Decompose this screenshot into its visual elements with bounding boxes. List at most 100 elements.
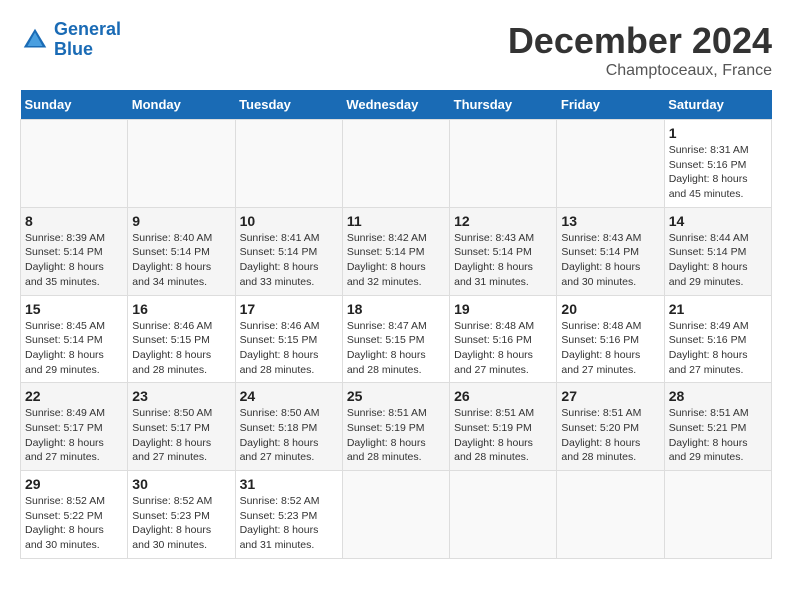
day-cell-29: 29 Sunrise: 8:52 AM Sunset: 5:22 PM Dayl…	[21, 471, 128, 559]
day-number: 26	[454, 388, 552, 404]
calendar-week-4: 22 Sunrise: 8:49 AM Sunset: 5:17 PM Dayl…	[21, 383, 772, 471]
empty-cell	[21, 120, 128, 208]
header-day-thursday: Thursday	[450, 90, 557, 120]
day-info: Sunrise: 8:52 AM Sunset: 5:23 PM Dayligh…	[240, 494, 338, 553]
empty-cell	[342, 471, 449, 559]
header-day-monday: Monday	[128, 90, 235, 120]
empty-cell	[450, 471, 557, 559]
day-cell-16: 16 Sunrise: 8:46 AM Sunset: 5:15 PM Dayl…	[128, 295, 235, 383]
calendar-week-2: 8 Sunrise: 8:39 AM Sunset: 5:14 PM Dayli…	[21, 207, 772, 295]
empty-cell	[557, 471, 664, 559]
day-info: Sunrise: 8:45 AM Sunset: 5:14 PM Dayligh…	[25, 319, 123, 378]
day-info: Sunrise: 8:47 AM Sunset: 5:15 PM Dayligh…	[347, 319, 445, 378]
calendar-table: SundayMondayTuesdayWednesdayThursdayFrid…	[20, 90, 772, 559]
day-number: 28	[669, 388, 767, 404]
header-day-sunday: Sunday	[21, 90, 128, 120]
day-info: Sunrise: 8:49 AM Sunset: 5:16 PM Dayligh…	[669, 319, 767, 378]
day-cell-27: 27 Sunrise: 8:51 AM Sunset: 5:20 PM Dayl…	[557, 383, 664, 471]
calendar-week-1: 1 Sunrise: 8:31 AM Sunset: 5:16 PM Dayli…	[21, 120, 772, 208]
day-cell-19: 19 Sunrise: 8:48 AM Sunset: 5:16 PM Dayl…	[450, 295, 557, 383]
day-number: 30	[132, 476, 230, 492]
day-number: 12	[454, 213, 552, 229]
day-cell-17: 17 Sunrise: 8:46 AM Sunset: 5:15 PM Dayl…	[235, 295, 342, 383]
day-number: 20	[561, 301, 659, 317]
header-day-saturday: Saturday	[664, 90, 771, 120]
day-info: Sunrise: 8:31 AM Sunset: 5:16 PM Dayligh…	[669, 143, 767, 202]
day-info: Sunrise: 8:43 AM Sunset: 5:14 PM Dayligh…	[454, 231, 552, 290]
empty-cell	[664, 471, 771, 559]
logo-icon	[20, 25, 50, 55]
day-number: 17	[240, 301, 338, 317]
logo-line1: General	[54, 19, 121, 39]
day-cell-1: 1 Sunrise: 8:31 AM Sunset: 5:16 PM Dayli…	[664, 120, 771, 208]
day-cell-22: 22 Sunrise: 8:49 AM Sunset: 5:17 PM Dayl…	[21, 383, 128, 471]
logo: General Blue	[20, 20, 121, 60]
empty-cell	[557, 120, 664, 208]
page-header: General Blue December 2024 Champtoceaux,…	[20, 20, 772, 80]
day-info: Sunrise: 8:51 AM Sunset: 5:19 PM Dayligh…	[454, 406, 552, 465]
logo-text: General Blue	[54, 20, 121, 60]
day-number: 19	[454, 301, 552, 317]
header-day-friday: Friday	[557, 90, 664, 120]
title-block: December 2024 Champtoceaux, France	[508, 20, 772, 80]
day-info: Sunrise: 8:43 AM Sunset: 5:14 PM Dayligh…	[561, 231, 659, 290]
location-subtitle: Champtoceaux, France	[508, 62, 772, 80]
month-title: December 2024	[508, 20, 772, 62]
day-cell-14: 14 Sunrise: 8:44 AM Sunset: 5:14 PM Dayl…	[664, 207, 771, 295]
day-cell-25: 25 Sunrise: 8:51 AM Sunset: 5:19 PM Dayl…	[342, 383, 449, 471]
day-cell-12: 12 Sunrise: 8:43 AM Sunset: 5:14 PM Dayl…	[450, 207, 557, 295]
day-cell-13: 13 Sunrise: 8:43 AM Sunset: 5:14 PM Dayl…	[557, 207, 664, 295]
day-info: Sunrise: 8:46 AM Sunset: 5:15 PM Dayligh…	[132, 319, 230, 378]
day-cell-11: 11 Sunrise: 8:42 AM Sunset: 5:14 PM Dayl…	[342, 207, 449, 295]
day-cell-20: 20 Sunrise: 8:48 AM Sunset: 5:16 PM Dayl…	[557, 295, 664, 383]
day-number: 23	[132, 388, 230, 404]
day-cell-10: 10 Sunrise: 8:41 AM Sunset: 5:14 PM Dayl…	[235, 207, 342, 295]
day-cell-15: 15 Sunrise: 8:45 AM Sunset: 5:14 PM Dayl…	[21, 295, 128, 383]
day-cell-31: 31 Sunrise: 8:52 AM Sunset: 5:23 PM Dayl…	[235, 471, 342, 559]
day-info: Sunrise: 8:48 AM Sunset: 5:16 PM Dayligh…	[454, 319, 552, 378]
day-cell-30: 30 Sunrise: 8:52 AM Sunset: 5:23 PM Dayl…	[128, 471, 235, 559]
day-cell-24: 24 Sunrise: 8:50 AM Sunset: 5:18 PM Dayl…	[235, 383, 342, 471]
day-info: Sunrise: 8:51 AM Sunset: 5:19 PM Dayligh…	[347, 406, 445, 465]
empty-cell	[450, 120, 557, 208]
header-day-tuesday: Tuesday	[235, 90, 342, 120]
day-cell-21: 21 Sunrise: 8:49 AM Sunset: 5:16 PM Dayl…	[664, 295, 771, 383]
day-number: 13	[561, 213, 659, 229]
day-info: Sunrise: 8:46 AM Sunset: 5:15 PM Dayligh…	[240, 319, 338, 378]
day-info: Sunrise: 8:51 AM Sunset: 5:20 PM Dayligh…	[561, 406, 659, 465]
day-number: 25	[347, 388, 445, 404]
day-cell-18: 18 Sunrise: 8:47 AM Sunset: 5:15 PM Dayl…	[342, 295, 449, 383]
day-number: 27	[561, 388, 659, 404]
day-cell-8: 8 Sunrise: 8:39 AM Sunset: 5:14 PM Dayli…	[21, 207, 128, 295]
day-number: 11	[347, 213, 445, 229]
day-info: Sunrise: 8:39 AM Sunset: 5:14 PM Dayligh…	[25, 231, 123, 290]
day-number: 15	[25, 301, 123, 317]
day-number: 24	[240, 388, 338, 404]
day-cell-9: 9 Sunrise: 8:40 AM Sunset: 5:14 PM Dayli…	[128, 207, 235, 295]
empty-cell	[128, 120, 235, 208]
day-number: 1	[669, 125, 767, 141]
day-info: Sunrise: 8:49 AM Sunset: 5:17 PM Dayligh…	[25, 406, 123, 465]
calendar-week-5: 29 Sunrise: 8:52 AM Sunset: 5:22 PM Dayl…	[21, 471, 772, 559]
calendar-week-3: 15 Sunrise: 8:45 AM Sunset: 5:14 PM Dayl…	[21, 295, 772, 383]
day-info: Sunrise: 8:42 AM Sunset: 5:14 PM Dayligh…	[347, 231, 445, 290]
day-number: 21	[669, 301, 767, 317]
day-number: 8	[25, 213, 123, 229]
logo-line2: Blue	[54, 39, 93, 59]
header-day-wednesday: Wednesday	[342, 90, 449, 120]
day-info: Sunrise: 8:50 AM Sunset: 5:18 PM Dayligh…	[240, 406, 338, 465]
day-number: 18	[347, 301, 445, 317]
day-info: Sunrise: 8:40 AM Sunset: 5:14 PM Dayligh…	[132, 231, 230, 290]
day-number: 22	[25, 388, 123, 404]
day-number: 10	[240, 213, 338, 229]
empty-cell	[342, 120, 449, 208]
day-info: Sunrise: 8:52 AM Sunset: 5:23 PM Dayligh…	[132, 494, 230, 553]
day-number: 31	[240, 476, 338, 492]
day-number: 16	[132, 301, 230, 317]
day-number: 14	[669, 213, 767, 229]
day-info: Sunrise: 8:50 AM Sunset: 5:17 PM Dayligh…	[132, 406, 230, 465]
day-info: Sunrise: 8:44 AM Sunset: 5:14 PM Dayligh…	[669, 231, 767, 290]
empty-cell	[235, 120, 342, 208]
day-info: Sunrise: 8:51 AM Sunset: 5:21 PM Dayligh…	[669, 406, 767, 465]
day-cell-28: 28 Sunrise: 8:51 AM Sunset: 5:21 PM Dayl…	[664, 383, 771, 471]
